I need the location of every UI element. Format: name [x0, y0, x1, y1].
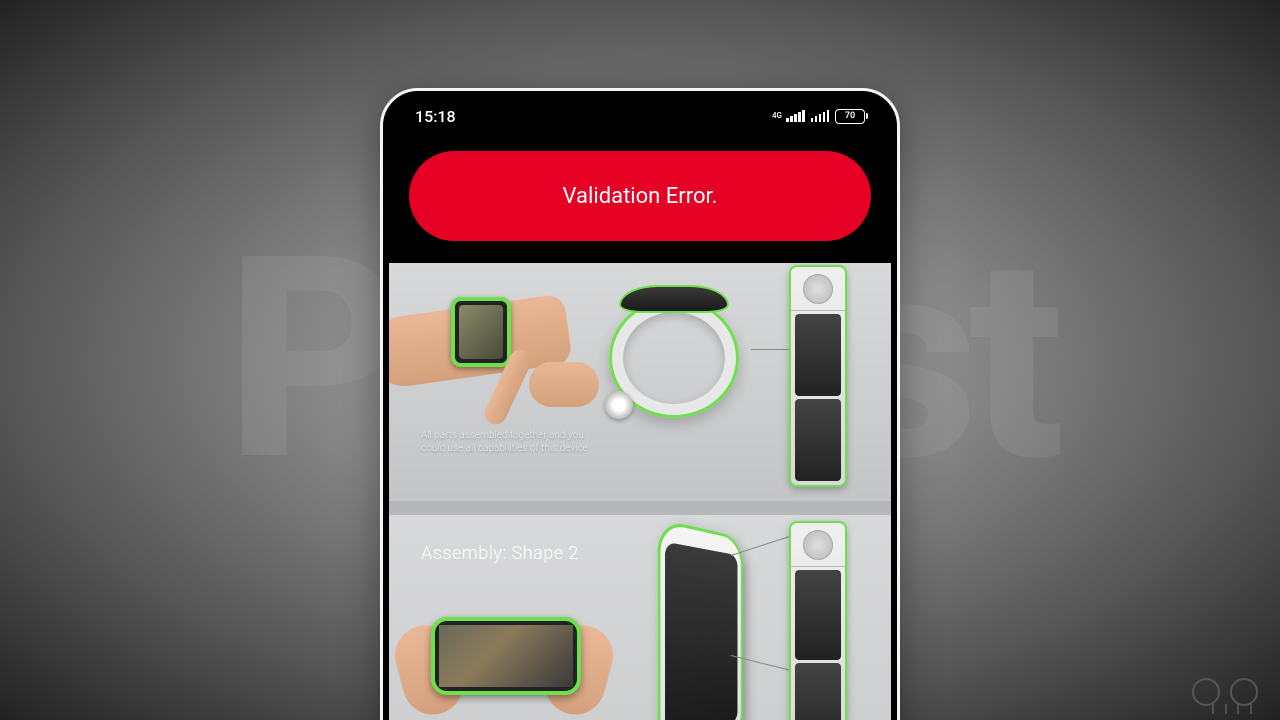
hands-holding-phone-illustration [409, 595, 599, 720]
error-message: Validation Error. [563, 184, 718, 209]
wrist-watch-illustration [409, 277, 589, 417]
overlay-circles-icon [1192, 678, 1258, 706]
signal-icon-2 [811, 110, 830, 122]
standing-phone-illustration [658, 518, 743, 720]
ring-device-illustration [599, 273, 759, 433]
lead-line [751, 349, 793, 350]
status-time: 15:18 [415, 107, 456, 126]
panel-divider [389, 501, 891, 515]
overlay-legs-icon [1212, 704, 1252, 714]
content-panel-1: All parts assembled together and you cou… [389, 263, 891, 501]
panel2-title: Assembly: Shape 2 [421, 543, 579, 564]
error-banner[interactable]: Validation Error. [409, 151, 871, 241]
panel1-caption: All parts assembled together and you cou… [421, 429, 596, 455]
network-label: 4G [772, 112, 782, 120]
battery-icon: 70 [835, 109, 865, 124]
content-scroll[interactable]: All parts assembled together and you cou… [389, 263, 891, 720]
header-area: Validation Error. [389, 135, 891, 263]
signal-icon [786, 110, 805, 122]
battery-level: 70 [845, 111, 855, 121]
status-indicators: 4G 70 [772, 109, 865, 124]
status-bar: 15:18 4G 70 [389, 97, 891, 135]
tall-module-illustration-2 [789, 521, 847, 720]
phone-screen: 15:18 4G 70 Validation Error. [389, 97, 891, 720]
phone-frame: 15:18 4G 70 Validation Error. [380, 88, 900, 720]
tall-module-illustration [789, 265, 847, 487]
content-panel-2: Assembly: Shape 2 A smartphone when you … [389, 515, 891, 720]
